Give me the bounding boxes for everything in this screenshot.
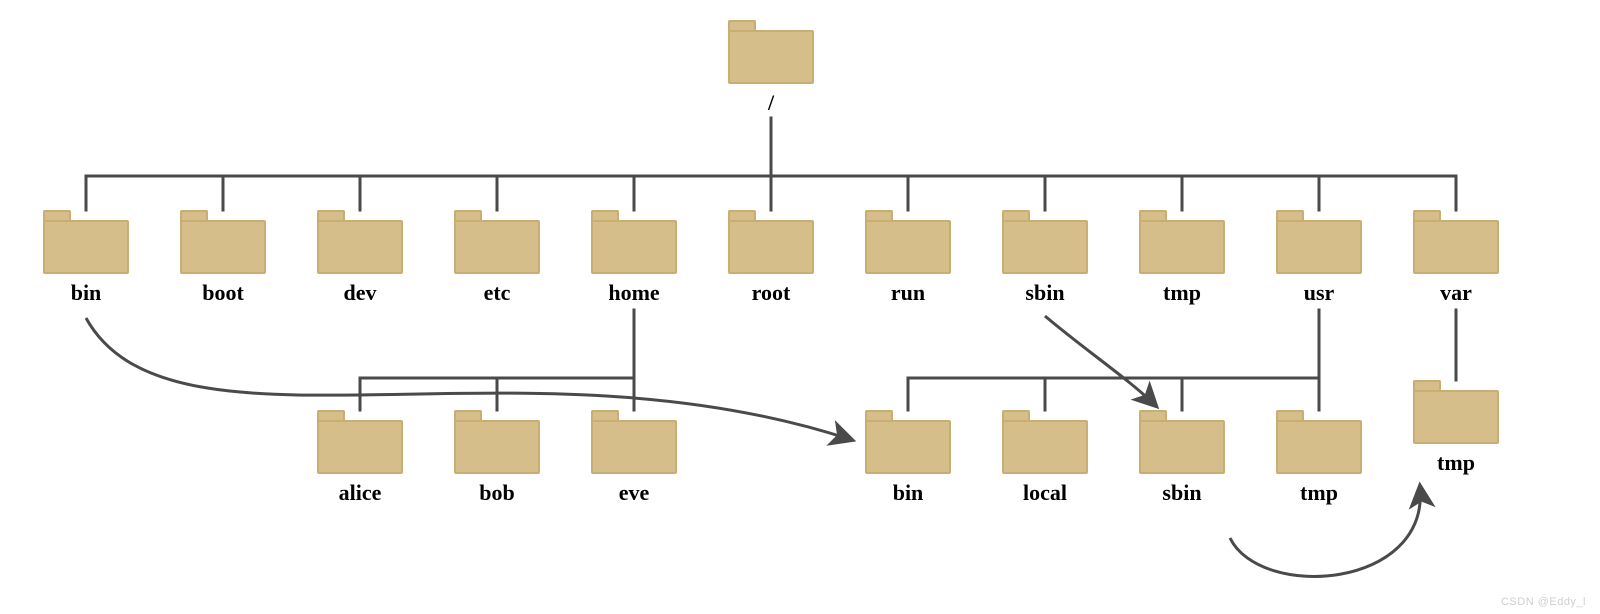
- folder-label: bin: [858, 480, 958, 506]
- folder-label: tmp: [1132, 280, 1232, 306]
- folder-icon: [591, 210, 677, 274]
- folder-label: etc: [447, 280, 547, 306]
- folder-icon: [43, 210, 129, 274]
- folder-icon: [1276, 210, 1362, 274]
- folder-label: local: [995, 480, 1095, 506]
- folder-node-etc: etc: [447, 210, 547, 306]
- folder-icon: [1276, 410, 1362, 474]
- folder-label: run: [858, 280, 958, 306]
- folder-node-run: run: [858, 210, 958, 306]
- folder-icon: [1139, 410, 1225, 474]
- folder-node-var-tmp: tmp: [1406, 380, 1506, 476]
- folder-node-usr: usr: [1269, 210, 1369, 306]
- symlink-arrow-sbin-to-usr-sbin: [1045, 316, 1156, 406]
- folder-label: dev: [310, 280, 410, 306]
- folder-label: usr: [1269, 280, 1369, 306]
- folder-icon: [865, 410, 951, 474]
- folder-node-bin: bin: [36, 210, 136, 306]
- folder-icon: [180, 210, 266, 274]
- folder-label: home: [584, 280, 684, 306]
- filesystem-tree-diagram: / bin boot dev etc home root run sbin tmp usr var al…: [0, 0, 1600, 614]
- folder-icon: [1002, 410, 1088, 474]
- folder-node-home: home: [584, 210, 684, 306]
- watermark: CSDN @Eddy_l: [1501, 596, 1586, 608]
- folder-node-usr-tmp: tmp: [1269, 410, 1369, 506]
- folder-label: sbin: [995, 280, 1095, 306]
- folder-node-eve: eve: [584, 410, 684, 506]
- folder-label: sbin: [1132, 480, 1232, 506]
- folder-icon: [728, 210, 814, 274]
- folder-icon: [865, 210, 951, 274]
- folder-node-root: /: [721, 20, 821, 116]
- folder-icon: [728, 20, 814, 84]
- folder-node-usr-bin: bin: [858, 410, 958, 506]
- folder-icon: [1139, 210, 1225, 274]
- folder-icon: [454, 410, 540, 474]
- folder-label: tmp: [1269, 480, 1369, 506]
- folder-icon: [591, 410, 677, 474]
- folder-node-var: var: [1406, 210, 1506, 306]
- folder-icon: [317, 210, 403, 274]
- folder-node-alice: alice: [310, 410, 410, 506]
- folder-label: alice: [310, 480, 410, 506]
- folder-node-usr-sbin: sbin: [1132, 410, 1232, 506]
- folder-label: eve: [584, 480, 684, 506]
- folder-node-dev: dev: [310, 210, 410, 306]
- folder-node-sbin: sbin: [995, 210, 1095, 306]
- folder-icon: [1413, 210, 1499, 274]
- folder-icon: [1413, 380, 1499, 444]
- folder-label: var: [1406, 280, 1506, 306]
- folder-node-usr-local: local: [995, 410, 1095, 506]
- folder-icon: [454, 210, 540, 274]
- folder-node-boot: boot: [173, 210, 273, 306]
- folder-node-tmp: tmp: [1132, 210, 1232, 306]
- folder-icon: [1002, 210, 1088, 274]
- folder-label: bob: [447, 480, 547, 506]
- folder-node-root: root: [721, 210, 821, 306]
- folder-label: tmp: [1406, 450, 1506, 476]
- folder-node-bob: bob: [447, 410, 547, 506]
- folder-label: bin: [36, 280, 136, 306]
- folder-label: root: [721, 280, 821, 306]
- folder-label: boot: [173, 280, 273, 306]
- folder-label: /: [721, 90, 821, 116]
- folder-icon: [317, 410, 403, 474]
